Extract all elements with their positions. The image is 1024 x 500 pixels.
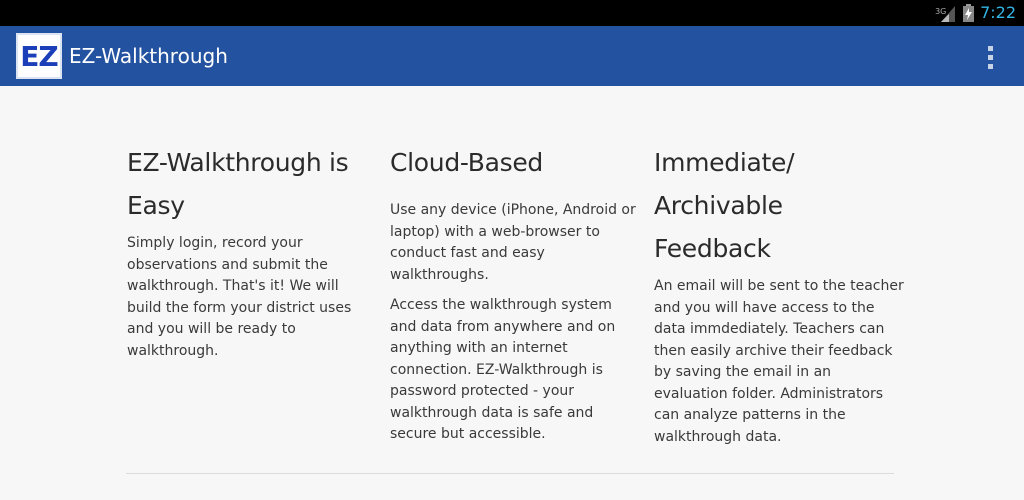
signal-icon: 3G: [935, 4, 957, 22]
section-divider: [126, 473, 894, 474]
feature-text: Simply login, record your observations a…: [127, 235, 352, 359]
action-bar: EZ EZ-Walkthrough: [0, 26, 1024, 86]
overflow-menu-icon[interactable]: [978, 44, 1002, 70]
feature-column-easy: EZ-Walkthrough is Easy Simply login, rec…: [127, 141, 377, 371]
app-title: EZ-Walkthrough: [69, 44, 228, 68]
feature-column-cloud: Cloud-Based Use any device (iPhone, Andr…: [390, 141, 640, 455]
battery-charging-icon: [963, 4, 975, 22]
status-icons: 3G 7:22: [935, 0, 1016, 26]
network-type-label: 3G: [935, 7, 947, 16]
feature-heading: Cloud-Based: [390, 148, 543, 177]
feature-heading: EZ-Walkthrough is Easy: [127, 148, 349, 220]
status-clock: 7:22: [980, 3, 1016, 22]
feature-text: Access the walkthrough system and data f…: [390, 297, 616, 442]
status-bar: 3G 7:22: [0, 0, 1024, 26]
feature-text: An email will be sent to the teacher and…: [654, 278, 904, 445]
menu-dot: [987, 54, 993, 60]
feature-heading: Immediate/ Archivable Feedback: [654, 148, 795, 263]
feature-column-feedback: Immediate/ Archivable Feedback An email …: [654, 141, 904, 457]
menu-dot: [987, 63, 993, 69]
feature-text: Use any device (iPhone, Android or lapto…: [390, 202, 636, 283]
menu-dot: [987, 45, 993, 51]
logo-text: EZ: [20, 39, 58, 73]
app-logo[interactable]: EZ: [16, 33, 62, 79]
